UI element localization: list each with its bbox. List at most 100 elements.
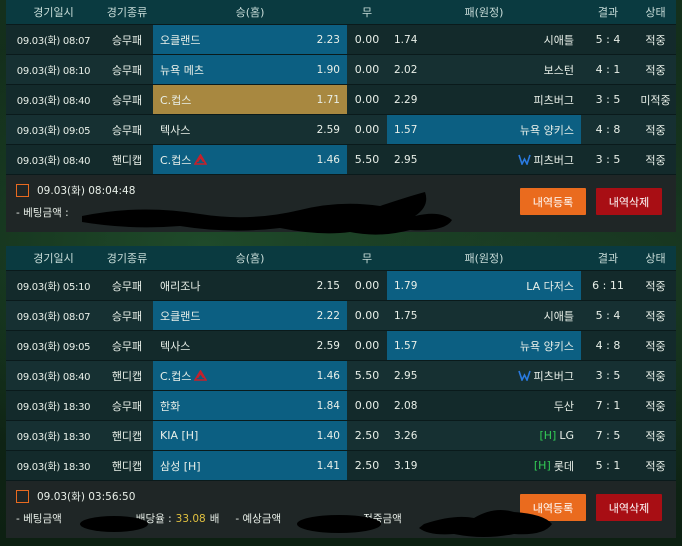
draw-odds: 5.50 [354, 369, 380, 382]
bet-rows: 09.03(화) 05:10 승무패 애리조나 2.15 0.00 1.79 LA 다저스 6… [6, 270, 676, 480]
home-team: 오클랜드 [160, 33, 201, 47]
match-score: 4 : 8 [595, 123, 621, 136]
header-away: 패(원정) [464, 252, 504, 265]
draw-odds: 2.50 [354, 429, 380, 442]
draw-odds: 2.50 [354, 459, 380, 472]
bet-datetime: 09.03(화) 03:56:50 [37, 491, 136, 503]
away-odds: 1.57 [394, 339, 418, 352]
bet-type: 승무패 [111, 123, 143, 137]
select-checkbox[interactable] [16, 490, 29, 503]
bet-type: 핸디캡 [111, 153, 143, 167]
draw-odds: 0.00 [354, 33, 380, 46]
bet-status: 적중 [645, 459, 666, 473]
header-time: 경기일시 [33, 252, 74, 265]
bet-type: 핸디캡 [111, 459, 143, 473]
away-team: 피츠버그 [533, 153, 574, 167]
header-away: 패(원정) [464, 6, 504, 19]
draw-odds: 0.00 [354, 279, 380, 292]
away-selection: 2.02 보스턴 [387, 55, 581, 84]
away-selection: 3.26 [H] LG [387, 421, 581, 450]
home-odds: 2.59 [316, 123, 340, 136]
match-score: 5 : 1 [595, 459, 621, 472]
home-selection: 애리조나 2.15 [153, 271, 347, 300]
bet-status: 미적중 [640, 93, 671, 107]
match-time: 09.03(화) 08:40 [16, 156, 91, 167]
home-team: 애리조나 [160, 279, 201, 293]
table-header: 경기일시 경기종류 승(홈) 무 패(원정) 결과 상태 [6, 0, 676, 24]
bet-rows: 09.03(화) 08:07 승무패 오클랜드 2.23 0.00 1.74 시애틀 5 : … [6, 24, 676, 174]
table-row: 09.03(화) 09:05 승무패 텍사스 2.59 0.00 1.57 뉴욕 양키스 4 … [6, 114, 676, 144]
table-row: 09.03(화) 05:10 승무패 애리조나 2.15 0.00 1.79 LA 다저스 6… [6, 270, 676, 300]
home-odds: 1.40 [316, 429, 340, 442]
match-score: 5 : 4 [595, 309, 621, 322]
bet-status: 적중 [645, 33, 666, 47]
bet-status: 적중 [645, 153, 666, 167]
match-score: 4 : 8 [595, 339, 621, 352]
match-time: 09.03(화) 08:10 [16, 66, 91, 77]
away-selection: 1.79 LA 다저스 [387, 271, 581, 300]
handicap-badge: [H] [539, 429, 557, 442]
match-score: 7 : 5 [595, 429, 621, 442]
away-team: 두산 [553, 399, 574, 413]
away-selection: 1.57 뉴욕 양키스 [387, 115, 581, 144]
draw-odds: 0.00 [354, 93, 380, 106]
bet-type: 승무패 [111, 93, 143, 107]
home-odds: 2.15 [316, 279, 340, 292]
home-selection: 텍사스 2.59 [153, 115, 347, 144]
match-time: 09.03(화) 08:07 [16, 312, 91, 323]
delete-button[interactable]: 내역삭제 [596, 188, 662, 215]
away-odds: 1.74 [394, 33, 418, 46]
home-team: 뉴욕 메츠 [160, 63, 204, 77]
bet-type: 핸디캡 [111, 429, 143, 443]
home-odds: 1.41 [316, 459, 340, 472]
table-row: 09.03(화) 08:10 승무패 뉴욕 메츠 1.90 0.00 2.02 보스턴 4 :… [6, 54, 676, 84]
away-team: 보스턴 [543, 63, 574, 77]
table-row: 09.03(화) 18:30 핸디캡 삼성 [H] 1.41 2.50 3.19 [H] 롯데… [6, 450, 676, 480]
redaction-mark [80, 510, 552, 537]
away-selection: 3.19 [H] 롯데 [387, 451, 581, 480]
match-score: 6 : 11 [592, 279, 624, 292]
away-selection: 1.75 시애틀 [387, 301, 581, 330]
pirates-logo-icon [517, 370, 531, 383]
header-score: 결과 [597, 252, 619, 265]
bet-slip-2: 경기일시 경기종류 승(홈) 무 패(원정) 결과 상태 09.03(화) 05… [6, 246, 676, 538]
table-header: 경기일시 경기종류 승(홈) 무 패(원정) 결과 상태 [6, 246, 676, 270]
header-score: 결과 [597, 6, 619, 19]
home-selection: C.컵스 1.46 [153, 361, 347, 390]
away-odds: 3.26 [394, 429, 418, 442]
match-score: 3 : 5 [595, 153, 621, 166]
header-type: 경기종류 [106, 252, 148, 265]
match-time: 09.03(화) 05:10 [16, 282, 91, 293]
away-selection: 2.95 피츠버그 [387, 361, 581, 390]
away-odds: 3.19 [394, 459, 418, 472]
table-row: 09.03(화) 08:07 승무패 오클랜드 2.22 0.00 1.75 시애틀 5 : … [6, 300, 676, 330]
away-team: LA 다저스 [526, 279, 574, 293]
handicap-badge: [H] [533, 459, 551, 472]
away-team: 뉴욕 양키스 [519, 339, 574, 353]
away-odds: 2.95 [394, 369, 418, 382]
match-time: 09.03(화) 18:30 [16, 432, 91, 443]
draw-odds: 0.00 [354, 339, 380, 352]
register-button[interactable]: 내역등록 [520, 188, 586, 215]
bet-amount-label: - 베팅금액 : [16, 207, 69, 219]
home-selection: 오클랜드 2.22 [153, 301, 347, 330]
redaction-mark [82, 192, 452, 235]
match-time: 09.03(화) 18:30 [16, 462, 91, 473]
home-selection: 한화 1.84 [153, 391, 347, 420]
home-team: 텍사스 [160, 123, 191, 137]
away-team: 시애틀 [543, 33, 574, 47]
home-team: 삼성 [H] [160, 459, 201, 473]
delete-button[interactable]: 내역삭제 [596, 494, 662, 521]
bet-type: 승무패 [111, 279, 143, 293]
away-selection: 2.08 두산 [387, 391, 581, 420]
header-home: 승(홈) [235, 6, 265, 19]
match-score: 4 : 1 [595, 63, 621, 76]
home-odds: 1.46 [316, 369, 340, 382]
home-selection: C.컵스 1.71 [153, 85, 347, 114]
home-team: 오클랜드 [160, 309, 201, 323]
home-odds: 1.84 [316, 399, 340, 412]
away-team: 피츠버그 [533, 369, 574, 383]
draw-odds: 0.00 [354, 399, 380, 412]
select-checkbox[interactable] [16, 184, 29, 197]
bet-status: 적중 [645, 369, 666, 383]
